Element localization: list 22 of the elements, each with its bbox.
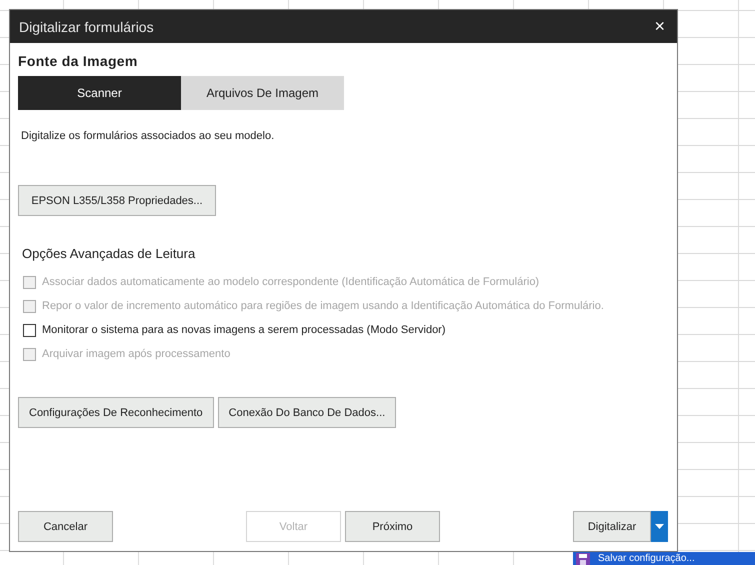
menu-label: Salvar configuração... xyxy=(598,552,695,564)
tab[interactable]: Arquivos De Imagem xyxy=(181,76,344,110)
scan-button[interactable]: Digitalizar xyxy=(573,511,651,542)
close-button[interactable]: × xyxy=(650,16,669,37)
window-title: Digitalizar formulários xyxy=(19,18,154,34)
settings-button[interactable]: Configurações De Reconhecimento xyxy=(18,397,214,428)
caret-icon xyxy=(655,524,664,529)
section-title: Opções Avançadas de Leitura xyxy=(22,246,196,261)
option-label: Repor o valor de incremento automático para regiões de imagem usando a Identificação Automática do Formulário. xyxy=(42,300,604,312)
option-label: Monitorar o sistema para as novas imagens a serem processadas (Modo Servidor) xyxy=(42,324,446,336)
tab[interactable]: Scanner xyxy=(18,76,181,110)
checkbox[interactable] xyxy=(23,324,36,336)
section-title: Fonte da Imagem xyxy=(18,53,139,69)
properties-button[interactable]: EPSON L355/L358 Propriedades... xyxy=(18,185,216,216)
dropdown-button[interactable] xyxy=(651,511,668,542)
option-label: Associar dados automaticamente ao modelo correspondente (Identificação Automática de Formulário) xyxy=(42,276,540,288)
description-text: Digitalize os formulários associados ao seu modelo. xyxy=(21,130,276,142)
settings-button[interactable]: Conexão Do Banco De Dados... xyxy=(218,397,396,428)
footer-button[interactable]: Próximo xyxy=(345,511,440,542)
menu-item[interactable]: Salvar configuração... xyxy=(573,552,755,565)
option-label: Arquivar imagem após processamento xyxy=(42,348,230,360)
footer-button[interactable]: Cancelar xyxy=(18,511,113,542)
